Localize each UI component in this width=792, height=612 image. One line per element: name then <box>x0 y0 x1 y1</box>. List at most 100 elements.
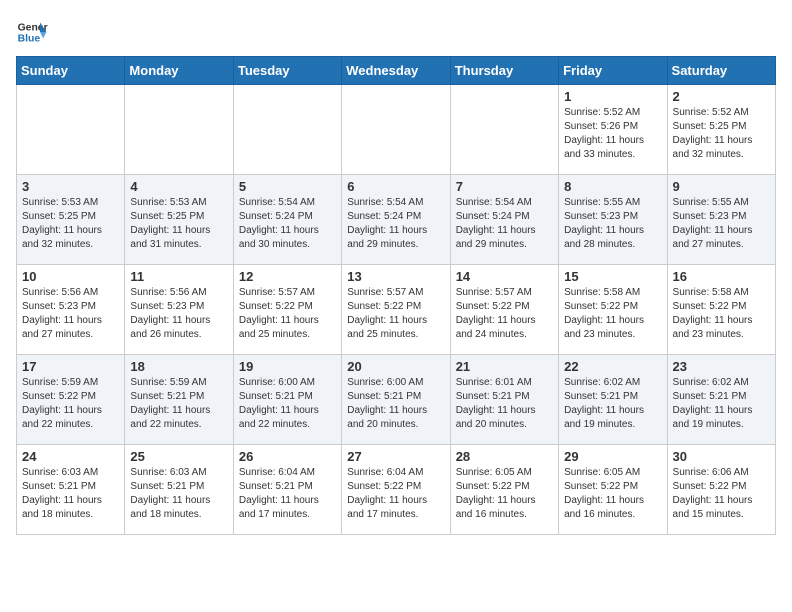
day-number: 26 <box>239 449 336 464</box>
calendar-cell <box>342 85 450 175</box>
day-info: Sunrise: 5:52 AM Sunset: 5:25 PM Dayligh… <box>673 106 770 162</box>
day-number: 14 <box>456 269 553 284</box>
day-info: Sunrise: 6:05 AM Sunset: 5:22 PM Dayligh… <box>456 466 553 522</box>
day-number: 4 <box>130 179 227 194</box>
day-info: Sunrise: 5:55 AM Sunset: 5:23 PM Dayligh… <box>564 196 661 252</box>
day-info: Sunrise: 6:05 AM Sunset: 5:22 PM Dayligh… <box>564 466 661 522</box>
day-info: Sunrise: 5:53 AM Sunset: 5:25 PM Dayligh… <box>22 196 119 252</box>
column-header-saturday: Saturday <box>667 57 775 85</box>
day-info: Sunrise: 5:58 AM Sunset: 5:22 PM Dayligh… <box>564 286 661 342</box>
calendar-cell <box>17 85 125 175</box>
calendar-cell: 9 Sunrise: 5:55 AM Sunset: 5:23 PM Daylig… <box>667 175 775 265</box>
calendar-cell: 14 Sunrise: 5:57 AM Sunset: 5:22 PM Dayli… <box>450 265 558 355</box>
day-number: 27 <box>347 449 444 464</box>
day-number: 5 <box>239 179 336 194</box>
day-info: Sunrise: 5:56 AM Sunset: 5:23 PM Dayligh… <box>130 286 227 342</box>
calendar-cell: 3 Sunrise: 5:53 AM Sunset: 5:25 PM Daylig… <box>17 175 125 265</box>
calendar-cell: 2 Sunrise: 5:52 AM Sunset: 5:25 PM Daylig… <box>667 85 775 175</box>
calendar-cell: 21Sunrise: 6:01 AM Sunset: 5:21 PM Dayli… <box>450 355 558 445</box>
day-number: 15 <box>564 269 661 284</box>
calendar-cell: 26 Sunrise: 6:04 AM Sunset: 5:21 PM Dayli… <box>233 445 341 535</box>
calendar-cell: 13 Sunrise: 5:57 AM Sunset: 5:22 PM Dayli… <box>342 265 450 355</box>
day-info: Sunrise: 6:01 AM Sunset: 5:21 PM Dayligh… <box>456 376 553 432</box>
day-number: 1 <box>564 89 661 104</box>
day-number: 18 <box>130 359 227 374</box>
calendar-cell: 19 Sunrise: 6:00 AM Sunset: 5:21 PM Dayli… <box>233 355 341 445</box>
day-number: 17 <box>22 359 119 374</box>
calendar-cell: 17 Sunrise: 5:59 AM Sunset: 5:22 PM Dayli… <box>17 355 125 445</box>
day-number: 8 <box>564 179 661 194</box>
day-info: Sunrise: 5:54 AM Sunset: 5:24 PM Dayligh… <box>239 196 336 252</box>
calendar-cell: 1 Sunrise: 5:52 AM Sunset: 5:26 PM Daylig… <box>559 85 667 175</box>
day-info: Sunrise: 5:55 AM Sunset: 5:23 PM Dayligh… <box>673 196 770 252</box>
calendar-cell: 12 Sunrise: 5:57 AM Sunset: 5:22 PM Dayli… <box>233 265 341 355</box>
day-number: 3 <box>22 179 119 194</box>
calendar-table: SundayMondayTuesdayWednesdayThursdayFrid… <box>16 56 776 535</box>
calendar-cell: 7 Sunrise: 5:54 AM Sunset: 5:24 PM Daylig… <box>450 175 558 265</box>
calendar-cell: 23 Sunrise: 6:02 AM Sunset: 5:21 PM Dayli… <box>667 355 775 445</box>
day-info: Sunrise: 6:02 AM Sunset: 5:21 PM Dayligh… <box>564 376 661 432</box>
calendar-cell: 20 Sunrise: 6:00 AM Sunset: 5:21 PM Dayli… <box>342 355 450 445</box>
day-info: Sunrise: 5:53 AM Sunset: 5:25 PM Dayligh… <box>130 196 227 252</box>
day-number: 23 <box>673 359 770 374</box>
day-info: Sunrise: 5:57 AM Sunset: 5:22 PM Dayligh… <box>347 286 444 342</box>
column-header-sunday: Sunday <box>17 57 125 85</box>
calendar-cell: 24 Sunrise: 6:03 AM Sunset: 5:21 PM Dayli… <box>17 445 125 535</box>
column-header-wednesday: Wednesday <box>342 57 450 85</box>
calendar-cell: 28 Sunrise: 6:05 AM Sunset: 5:22 PM Dayli… <box>450 445 558 535</box>
day-number: 11 <box>130 269 227 284</box>
day-info: Sunrise: 5:54 AM Sunset: 5:24 PM Dayligh… <box>456 196 553 252</box>
day-number: 2 <box>673 89 770 104</box>
day-info: Sunrise: 6:03 AM Sunset: 5:21 PM Dayligh… <box>22 466 119 522</box>
logo-icon: General Blue <box>16 16 48 48</box>
day-number: 6 <box>347 179 444 194</box>
day-number: 19 <box>239 359 336 374</box>
day-number: 20 <box>347 359 444 374</box>
calendar-cell: 22Sunrise: 6:02 AM Sunset: 5:21 PM Dayli… <box>559 355 667 445</box>
day-number: 13 <box>347 269 444 284</box>
day-number: 9 <box>673 179 770 194</box>
day-info: Sunrise: 6:03 AM Sunset: 5:21 PM Dayligh… <box>130 466 227 522</box>
calendar-cell: 25 Sunrise: 6:03 AM Sunset: 5:21 PM Dayli… <box>125 445 233 535</box>
calendar-cell: 4 Sunrise: 5:53 AM Sunset: 5:25 PM Daylig… <box>125 175 233 265</box>
calendar-cell <box>233 85 341 175</box>
day-number: 29 <box>564 449 661 464</box>
day-number: 25 <box>130 449 227 464</box>
day-number: 10 <box>22 269 119 284</box>
calendar-cell: 27 Sunrise: 6:04 AM Sunset: 5:22 PM Dayli… <box>342 445 450 535</box>
day-info: Sunrise: 6:02 AM Sunset: 5:21 PM Dayligh… <box>673 376 770 432</box>
day-info: Sunrise: 5:58 AM Sunset: 5:22 PM Dayligh… <box>673 286 770 342</box>
svg-text:Blue: Blue <box>18 34 41 45</box>
page-header: General Blue <box>16 16 776 48</box>
day-info: Sunrise: 5:59 AM Sunset: 5:22 PM Dayligh… <box>22 376 119 432</box>
logo: General Blue <box>16 16 48 48</box>
day-number: 7 <box>456 179 553 194</box>
day-info: Sunrise: 5:57 AM Sunset: 5:22 PM Dayligh… <box>456 286 553 342</box>
calendar-cell: 8 Sunrise: 5:55 AM Sunset: 5:23 PM Daylig… <box>559 175 667 265</box>
day-number: 16 <box>673 269 770 284</box>
calendar-cell: 18 Sunrise: 5:59 AM Sunset: 5:21 PM Dayli… <box>125 355 233 445</box>
day-info: Sunrise: 5:52 AM Sunset: 5:26 PM Dayligh… <box>564 106 661 162</box>
day-number: 28 <box>456 449 553 464</box>
day-info: Sunrise: 5:54 AM Sunset: 5:24 PM Dayligh… <box>347 196 444 252</box>
day-info: Sunrise: 5:57 AM Sunset: 5:22 PM Dayligh… <box>239 286 336 342</box>
day-info: Sunrise: 6:00 AM Sunset: 5:21 PM Dayligh… <box>347 376 444 432</box>
calendar-cell: 29 Sunrise: 6:05 AM Sunset: 5:22 PM Dayli… <box>559 445 667 535</box>
day-info: Sunrise: 6:00 AM Sunset: 5:21 PM Dayligh… <box>239 376 336 432</box>
day-info: Sunrise: 6:04 AM Sunset: 5:22 PM Dayligh… <box>347 466 444 522</box>
column-header-friday: Friday <box>559 57 667 85</box>
day-info: Sunrise: 6:04 AM Sunset: 5:21 PM Dayligh… <box>239 466 336 522</box>
calendar-cell <box>450 85 558 175</box>
column-header-tuesday: Tuesday <box>233 57 341 85</box>
calendar-cell: 16 Sunrise: 5:58 AM Sunset: 5:22 PM Dayli… <box>667 265 775 355</box>
day-number: 30 <box>673 449 770 464</box>
day-info: Sunrise: 5:56 AM Sunset: 5:23 PM Dayligh… <box>22 286 119 342</box>
day-number: 24 <box>22 449 119 464</box>
column-header-monday: Monday <box>125 57 233 85</box>
day-info: Sunrise: 6:06 AM Sunset: 5:22 PM Dayligh… <box>673 466 770 522</box>
day-number: 12 <box>239 269 336 284</box>
calendar-cell: 6 Sunrise: 5:54 AM Sunset: 5:24 PM Daylig… <box>342 175 450 265</box>
day-info: Sunrise: 5:59 AM Sunset: 5:21 PM Dayligh… <box>130 376 227 432</box>
calendar-cell <box>125 85 233 175</box>
calendar-cell: 11 Sunrise: 5:56 AM Sunset: 5:23 PM Dayli… <box>125 265 233 355</box>
